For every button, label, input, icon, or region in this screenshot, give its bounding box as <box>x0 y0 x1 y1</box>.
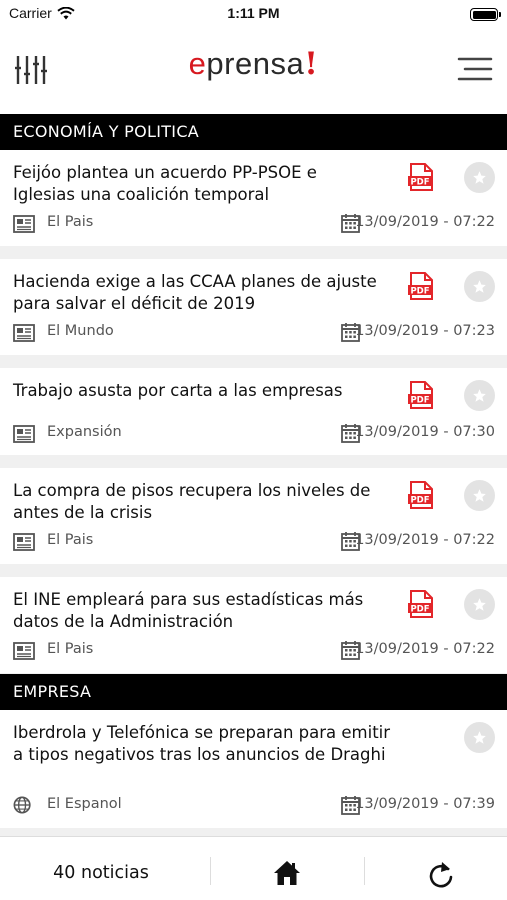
toolbar-divider <box>364 857 365 885</box>
article-title[interactable]: El INE empleará para sus estadísticas má… <box>13 589 383 633</box>
star-icon <box>473 731 486 744</box>
star-icon <box>473 389 486 402</box>
article-card[interactable]: Feijóo plantea un acuerdo PP-PSOE e Igle… <box>0 150 507 246</box>
article-card[interactable]: Trabajo asusta por carta a las empresas … <box>0 368 507 455</box>
eprensa-logo: eprensa! <box>0 46 507 82</box>
article-meta: El Pais 13/09/2019 - 07:22 <box>13 213 495 235</box>
news-count: 40 noticias <box>53 863 149 883</box>
favorite-button[interactable] <box>464 589 495 620</box>
pdf-label: PDF <box>410 496 429 506</box>
article-source: El Pais <box>47 214 94 230</box>
logo-bang: ! <box>304 46 319 82</box>
pdf-icon[interactable]: PDF <box>407 381 435 409</box>
article-source: El Pais <box>47 532 94 548</box>
newspaper-icon <box>13 533 35 551</box>
article-source: El Mundo <box>47 323 114 339</box>
article-date: 13/09/2019 - 07:22 <box>355 214 495 230</box>
globe-icon <box>13 796 31 814</box>
article-date: 13/09/2019 - 07:22 <box>355 641 495 657</box>
article-card[interactable]: Iberdrola y Telefónica se preparan para … <box>0 710 507 828</box>
article-title[interactable]: Feijóo plantea un acuerdo PP-PSOE e Igle… <box>13 162 383 206</box>
pdf-icon[interactable]: PDF <box>407 163 435 191</box>
pdf-label: PDF <box>410 178 429 188</box>
section-header-empresa: EMPRESA <box>0 674 507 710</box>
section-title: EMPRESA <box>13 682 92 701</box>
pdf-label: PDF <box>410 605 429 615</box>
pdf-icon[interactable]: PDF <box>407 481 435 509</box>
status-time: 1:11 PM <box>227 5 280 21</box>
section-title: ECONOMÍA Y POLITICA <box>13 122 200 141</box>
article-meta: El Mundo 13/09/2019 - 07:23 <box>13 322 495 344</box>
article-card[interactable]: La compra de pisos recupera los niveles … <box>0 468 507 564</box>
article-date: 13/09/2019 - 07:23 <box>355 323 495 339</box>
newspaper-icon <box>13 215 35 233</box>
bottom-toolbar: 40 noticias <box>0 836 507 900</box>
article-source: Expansión <box>47 424 122 440</box>
article-meta: El Pais 13/09/2019 - 07:22 <box>13 531 495 553</box>
article-title[interactable]: Trabajo asusta por carta a las empresas <box>13 380 383 402</box>
refresh-icon[interactable] <box>428 860 454 888</box>
status-bar: Carrier 1:11 PM <box>0 0 507 28</box>
article-source: El Espanol <box>47 796 122 812</box>
favorite-button[interactable] <box>464 722 495 753</box>
article-source: El Pais <box>47 641 94 657</box>
article-meta: Expansión 13/09/2019 - 07:30 <box>13 423 495 445</box>
favorite-button[interactable] <box>464 380 495 411</box>
article-title[interactable]: Hacienda exige a las CCAA planes de ajus… <box>13 271 383 315</box>
article-card[interactable]: El INE empleará para sus estadísticas má… <box>0 577 507 673</box>
article-date: 13/09/2019 - 07:39 <box>355 796 495 812</box>
favorite-button[interactable] <box>464 162 495 193</box>
newspaper-icon <box>13 324 35 342</box>
article-title[interactable]: Iberdrola y Telefónica se preparan para … <box>13 722 393 766</box>
hamburger-menu-icon[interactable] <box>457 56 493 82</box>
logo-e: e <box>188 46 207 81</box>
battery-icon <box>470 8 501 21</box>
article-date: 13/09/2019 - 07:22 <box>355 532 495 548</box>
article-title[interactable]: La compra de pisos recupera los niveles … <box>13 480 383 524</box>
logo-text: prensa <box>206 46 305 81</box>
newspaper-icon <box>13 642 35 660</box>
favorite-button[interactable] <box>464 480 495 511</box>
star-icon <box>473 171 486 184</box>
app-header: eprensa! <box>0 28 507 114</box>
star-icon <box>473 280 486 293</box>
favorite-button[interactable] <box>464 271 495 302</box>
section-header-economia: ECONOMÍA Y POLITICA <box>0 114 507 150</box>
newspaper-icon <box>13 425 35 443</box>
article-card[interactable]: Hacienda exige a las CCAA planes de ajus… <box>0 259 507 355</box>
home-icon[interactable] <box>273 860 301 886</box>
article-date: 13/09/2019 - 07:30 <box>355 424 495 440</box>
pdf-icon[interactable]: PDF <box>407 272 435 300</box>
toolbar-divider <box>210 857 211 885</box>
article-meta: El Espanol 13/09/2019 - 07:39 <box>13 795 495 817</box>
pdf-label: PDF <box>410 396 429 406</box>
article-meta: El Pais 13/09/2019 - 07:22 <box>13 640 495 662</box>
star-icon <box>473 598 486 611</box>
star-icon <box>473 489 486 502</box>
pdf-icon[interactable]: PDF <box>407 590 435 618</box>
pdf-label: PDF <box>410 287 429 297</box>
